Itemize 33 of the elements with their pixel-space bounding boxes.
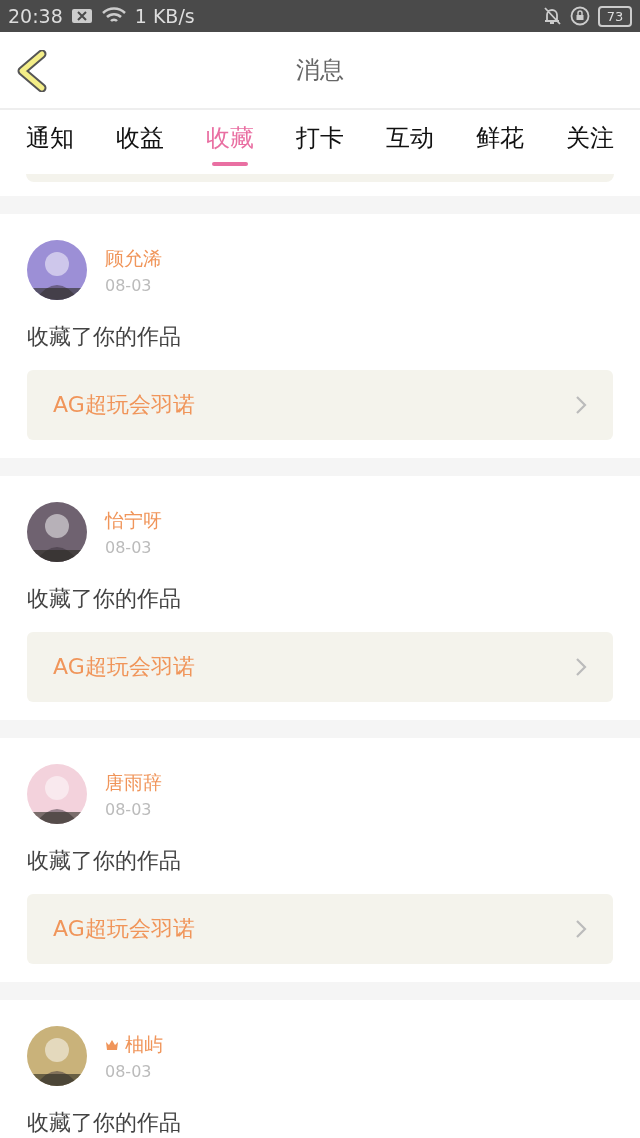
message-text: 收藏了你的作品	[27, 323, 182, 351]
message-date: 08-03	[105, 799, 153, 819]
bell-muted-icon	[542, 6, 562, 26]
work-link[interactable]: AG超玩会羽诺	[27, 632, 613, 702]
tab[interactable]: 互动	[378, 118, 442, 168]
battery-level: 73	[598, 5, 632, 27]
message-date: 08-03	[105, 1061, 153, 1081]
message-text: 收藏了你的作品	[27, 847, 182, 875]
user-name[interactable]: 顾允浠	[105, 245, 162, 272]
message-date: 08-03	[105, 537, 153, 557]
work-link[interactable]: AG超玩会羽诺	[27, 894, 613, 964]
tab[interactable]: 收藏	[198, 118, 262, 168]
clock-time: 20:38	[8, 5, 63, 27]
user-name[interactable]: 唐雨辞	[105, 769, 162, 796]
work-link[interactable]: AG超玩会羽诺	[27, 370, 613, 440]
chevron-right-icon	[575, 657, 587, 677]
tab[interactable]: 通知	[18, 118, 82, 168]
message-text: 收藏了你的作品	[27, 1109, 182, 1137]
message-date: 08-03	[105, 275, 153, 295]
tab[interactable]: 收益	[108, 118, 172, 168]
chevron-right-icon	[575, 919, 587, 939]
rotation-lock-icon	[570, 6, 590, 26]
tab[interactable]: 关注	[558, 118, 622, 168]
message-text: 收藏了你的作品	[27, 585, 182, 613]
tab[interactable]: 打卡	[288, 118, 352, 168]
tab[interactable]: 鲜花	[468, 118, 532, 168]
back-button[interactable]	[16, 50, 48, 95]
user-name[interactable]: 怡宁呀	[105, 507, 162, 534]
message-icon	[70, 8, 93, 24]
chevron-right-icon	[575, 395, 587, 415]
page-title: 消息	[296, 55, 344, 86]
network-speed: 1 KB/s	[134, 5, 195, 27]
user-name[interactable]: 柚屿	[125, 1031, 163, 1058]
